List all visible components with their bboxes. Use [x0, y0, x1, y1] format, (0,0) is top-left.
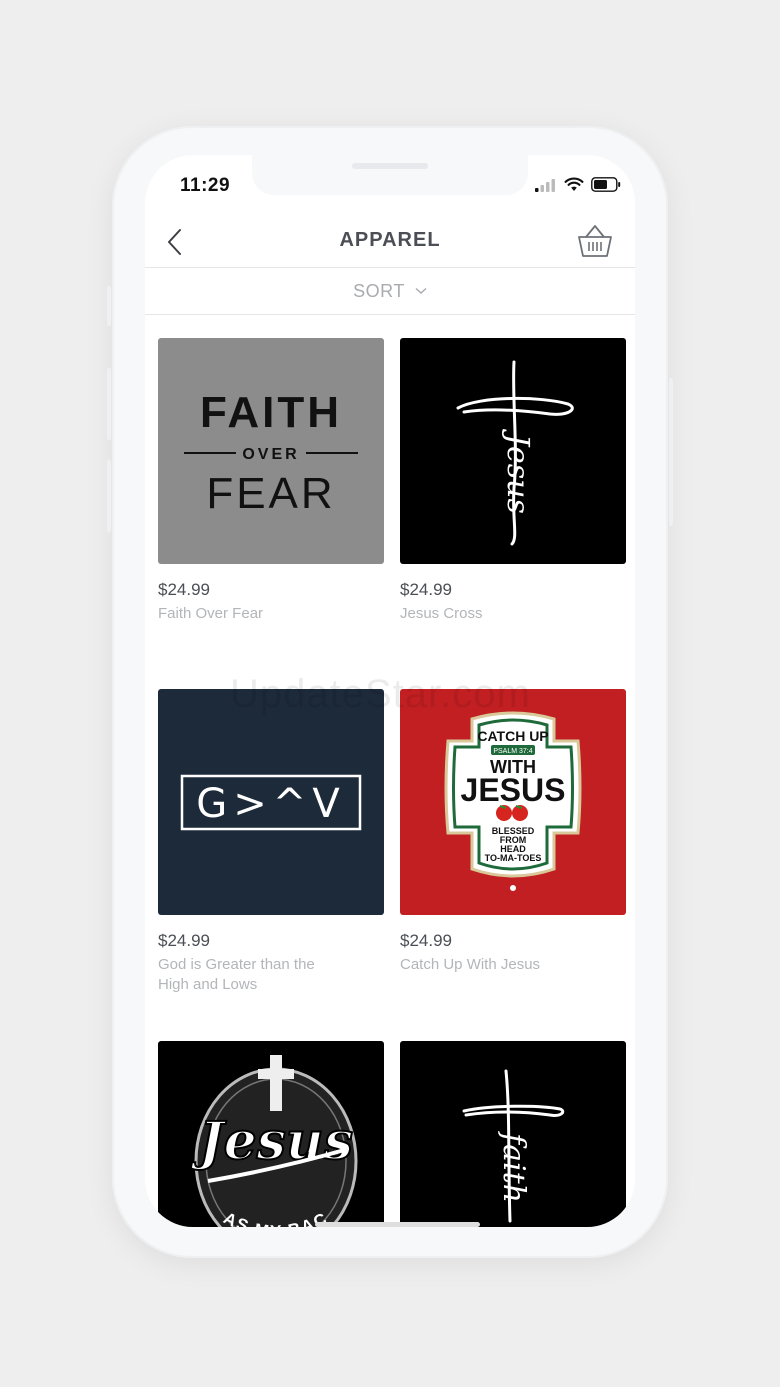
- product-image: Jesus: [400, 338, 626, 564]
- product-name: Catch Up With Jesus: [400, 956, 541, 973]
- product-name: Jesus Cross: [400, 605, 483, 622]
- notch: [252, 155, 528, 195]
- product-image: CATCH UP PSALM 37:4 WITH JESUS BLESSED F…: [400, 689, 626, 915]
- sort-button[interactable]: SORT: [145, 268, 635, 315]
- cart-button[interactable]: [575, 221, 615, 261]
- svg-text:OVER: OVER: [242, 446, 299, 463]
- god-greater-artwork: G>^V: [180, 774, 362, 831]
- chevron-down-icon: [415, 287, 427, 294]
- product-card-god-is-greater[interactable]: G>^V $24.99 God is Greater than the High…: [158, 689, 384, 995]
- jesus-cross-artwork: Jesus: [456, 360, 574, 546]
- jesus-has-my-back-artwork: Jesus HAS MY BACK: [158, 1041, 358, 1227]
- basket-icon: [578, 225, 612, 257]
- svg-text:JESUS: JESUS: [461, 772, 566, 808]
- faith-over-fear-artwork: FAITH OVER FEAR: [184, 388, 358, 518]
- battery-icon: [591, 177, 621, 192]
- cellular-signal-icon: [535, 178, 555, 192]
- nav-header: APPAREL: [145, 215, 635, 268]
- product-name: God is Greater than the High and Lows: [158, 956, 315, 993]
- volume-down-button: [107, 460, 111, 532]
- product-image: G>^V: [158, 689, 384, 915]
- svg-text:FAITH: FAITH: [200, 388, 342, 437]
- volume-up-button: [107, 368, 111, 440]
- watermark: UpdateStar.com: [230, 672, 531, 716]
- product-card-jesus-cross[interactable]: Jesus $24.99 Jesus Cross: [400, 338, 626, 624]
- svg-text:PSALM 37:4: PSALM 37:4: [493, 748, 532, 755]
- svg-text:CATCH UP: CATCH UP: [477, 728, 548, 744]
- svg-text:TO-MA-TOES: TO-MA-TOES: [485, 853, 542, 863]
- product-card-faith-cross[interactable]: faith: [400, 1041, 626, 1227]
- svg-text:Jesus: Jesus: [500, 428, 535, 514]
- product-price: $24.99: [400, 580, 452, 599]
- product-price: $24.99: [158, 931, 210, 950]
- status-icons: [535, 177, 621, 192]
- svg-text:G>^V: G>^V: [196, 781, 345, 827]
- sort-label: SORT: [353, 280, 405, 301]
- speaker-grille: [352, 163, 428, 169]
- product-image: FAITH OVER FEAR: [158, 338, 384, 564]
- wifi-icon: [564, 177, 584, 191]
- power-button: [669, 378, 673, 526]
- home-indicator[interactable]: [315, 1222, 480, 1227]
- product-card-jesus-has-my-back[interactable]: Jesus HAS MY BACK: [158, 1041, 384, 1227]
- catch-up-artwork: CATCH UP PSALM 37:4 WITH JESUS BLESSED F…: [444, 711, 582, 891]
- product-card-catch-up-with-jesus[interactable]: CATCH UP PSALM 37:4 WITH JESUS BLESSED F…: [400, 689, 626, 975]
- product-price: $24.99: [400, 931, 452, 950]
- product-card-faith-over-fear[interactable]: FAITH OVER FEAR $24.99 Faith Over Fear: [158, 338, 384, 624]
- svg-text:FEAR: FEAR: [206, 469, 335, 518]
- mute-switch: [107, 286, 111, 326]
- product-image: faith: [400, 1041, 626, 1227]
- product-price: $24.99: [158, 580, 210, 599]
- status-time: 11:29: [180, 175, 231, 196]
- faith-cross-artwork: faith: [462, 1069, 565, 1223]
- svg-text:faith: faith: [496, 1131, 531, 1203]
- product-image: Jesus HAS MY BACK: [158, 1041, 384, 1227]
- page-title: APPAREL: [339, 229, 441, 251]
- product-name: Faith Over Fear: [158, 605, 264, 622]
- svg-text:Jesus: Jesus: [190, 1111, 353, 1172]
